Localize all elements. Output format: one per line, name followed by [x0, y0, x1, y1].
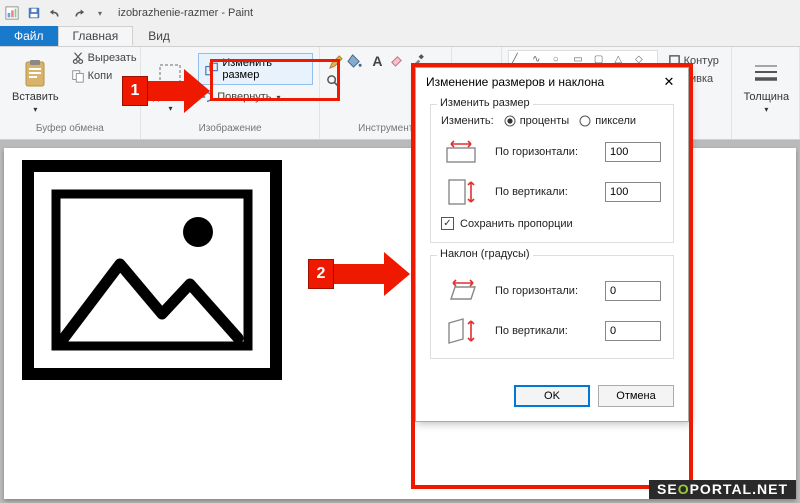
skew-vertical-input[interactable]	[605, 321, 661, 341]
skew-group-label: Наклон (градусы)	[437, 248, 533, 260]
skew-horizontal-input[interactable]	[605, 281, 661, 301]
app-icon	[4, 5, 20, 21]
callout-2: 2	[308, 252, 410, 296]
group-image-label: Изображение	[147, 123, 314, 136]
skew-horizontal-label: По горизонтали:	[495, 285, 595, 297]
tab-view[interactable]: Вид	[133, 26, 185, 46]
undo-icon[interactable]	[48, 5, 64, 21]
dialog-title: Изменение размеров и наклона	[426, 75, 604, 89]
horizontal-label: По горизонтали:	[495, 146, 595, 158]
window-title: izobrazhenie-razmer - Paint	[118, 7, 253, 19]
rotate-button[interactable]: Повернуть▾	[198, 89, 313, 105]
watermark: SEOPORTAL.NET	[649, 480, 796, 499]
paste-label: Вставить	[12, 91, 59, 103]
callout-1: 1	[122, 69, 210, 113]
group-clipboard: Вставить ▾ Вырезать Копи Буфер обмена	[0, 47, 141, 139]
eraser-icon[interactable]	[389, 53, 407, 71]
horizontal-input[interactable]	[605, 142, 661, 162]
ok-button[interactable]: OK	[514, 385, 590, 407]
fill-icon[interactable]	[347, 53, 365, 71]
resize-label: Изменить размер	[222, 57, 306, 81]
keep-aspect-checkbox[interactable]: ✓ Сохранить пропорции	[441, 217, 663, 230]
pencil-icon[interactable]	[326, 53, 344, 71]
close-button[interactable]: ✕	[654, 71, 684, 93]
keep-aspect-label: Сохранить пропорции	[460, 218, 573, 230]
horizontal-resize-icon	[441, 137, 481, 167]
resize-fieldset: Изменить размер Изменить: проценты пиксе…	[430, 104, 674, 243]
resize-dialog: Изменение размеров и наклона ✕ Изменить …	[415, 67, 689, 422]
vertical-skew-icon	[441, 316, 481, 346]
group-clipboard-label: Буфер обмена	[6, 123, 134, 136]
resize-button[interactable]: Изменить размер	[198, 53, 313, 85]
title-bar: ▾ izobrazhenie-razmer - Paint	[0, 0, 800, 26]
save-icon[interactable]	[26, 5, 42, 21]
paste-button[interactable]: Вставить ▾	[6, 50, 65, 123]
tab-file[interactable]: Файл	[0, 26, 58, 46]
text-icon[interactable]: A	[368, 53, 386, 71]
dialog-titlebar: Изменение размеров и наклона ✕	[416, 68, 688, 96]
checkbox-icon: ✓	[441, 217, 454, 230]
callout-2-number: 2	[308, 259, 334, 289]
callout-1-number: 1	[122, 76, 148, 106]
tab-home[interactable]: Главная	[58, 26, 134, 46]
outline-button[interactable]: Контур	[666, 53, 721, 68]
change-label: Изменить:	[441, 115, 494, 127]
cancel-button[interactable]: Отмена	[598, 385, 674, 407]
skew-vertical-label: По вертикали:	[495, 325, 595, 337]
zoom-icon[interactable]	[326, 74, 344, 92]
horizontal-skew-icon	[441, 276, 481, 306]
vertical-label: По вертикали:	[495, 186, 595, 198]
redo-icon[interactable]	[70, 5, 86, 21]
radio-pixels[interactable]: пиксели	[579, 115, 636, 127]
radio-percent[interactable]: проценты	[504, 115, 570, 127]
cut-button[interactable]: Вырезать	[69, 50, 139, 66]
vertical-resize-icon	[441, 177, 481, 207]
group-thickness: Толщина▾	[732, 47, 800, 139]
image-placeholder-icon	[22, 160, 282, 380]
quick-access-toolbar: ▾	[4, 5, 108, 21]
qat-more-icon[interactable]: ▾	[92, 5, 108, 21]
skew-fieldset: Наклон (градусы) По горизонтали: По верт…	[430, 255, 674, 359]
vertical-input[interactable]	[605, 182, 661, 202]
resize-group-label: Изменить размер	[437, 97, 533, 109]
chevron-down-icon: ▾	[33, 105, 37, 114]
ribbon-tabs: Файл Главная Вид	[0, 26, 800, 47]
thickness-button[interactable]: Толщина▾	[738, 50, 796, 123]
